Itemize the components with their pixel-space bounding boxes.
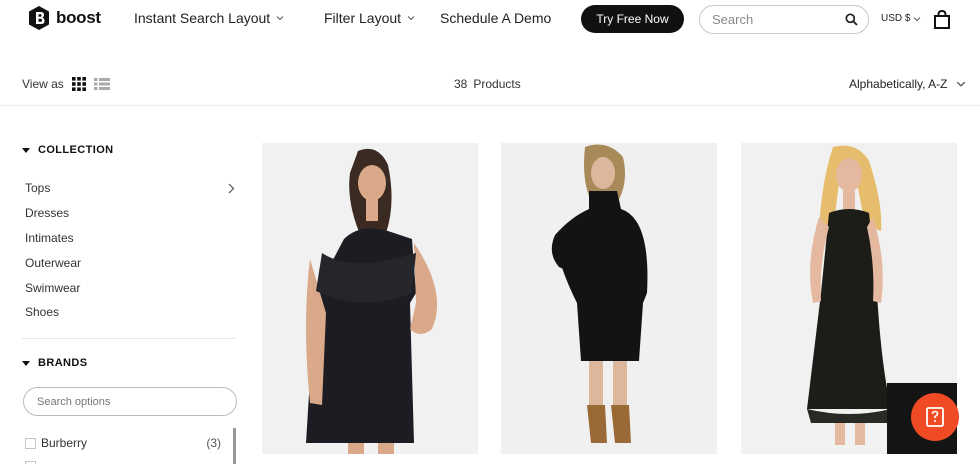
- chevron-down-icon: [956, 81, 965, 87]
- collection-item-dresses[interactable]: Dresses: [25, 201, 235, 226]
- caret-down-icon: [22, 360, 30, 366]
- search-input[interactable]: [712, 12, 845, 27]
- checkbox[interactable]: [25, 460, 36, 464]
- collection-item-swimwear[interactable]: Swimwear: [25, 275, 235, 300]
- collection-item-label: Outerwear: [25, 255, 82, 270]
- grid-view-icon[interactable]: [71, 77, 86, 91]
- brands-scrollbar[interactable]: [233, 428, 236, 464]
- site-header: boost Instant Search Layout Filter Layou…: [0, 0, 980, 38]
- product-card-image[interactable]: [262, 143, 478, 454]
- brand-option-burberry[interactable]: Burberry (3): [25, 435, 221, 451]
- collection-item-label: Dresses: [25, 206, 70, 221]
- collection-title-label: COLLECTION: [38, 144, 114, 156]
- collection-item-label: Tops: [25, 181, 51, 196]
- collection-item-outerwear[interactable]: Outerwear: [25, 250, 235, 275]
- chevron-down-icon: [914, 16, 921, 21]
- view-as: View as: [22, 77, 110, 91]
- filter-divider: [22, 338, 236, 339]
- collection-item-tops[interactable]: Tops: [25, 176, 235, 201]
- currency-label: USD $: [881, 13, 911, 24]
- brand-option-partial[interactable]: [25, 458, 221, 464]
- collection-item-label: Swimwear: [25, 280, 81, 295]
- collection-item-label: Intimates: [25, 230, 74, 245]
- brands-filter-title[interactable]: BRANDS: [22, 357, 87, 369]
- chevron-down-icon: [276, 16, 284, 21]
- nav-label: Schedule A Demo: [440, 10, 552, 26]
- logo-text: boost: [56, 8, 101, 27]
- collection-list: Tops Dresses Intimates Outerwear Swimwea…: [25, 176, 235, 325]
- help-widget-button[interactable]: [911, 393, 959, 441]
- boost-logo-icon: [29, 6, 49, 30]
- caret-down-icon: [22, 147, 30, 153]
- product-photo-model-black-cami-dress: [262, 143, 478, 454]
- collection-item-label: Shoes: [25, 305, 60, 320]
- sort-label: Alphabetically, A-Z: [849, 77, 948, 91]
- nav-filter-layout[interactable]: Filter Layout: [324, 10, 415, 26]
- collection-item-intimates[interactable]: Intimates: [25, 226, 235, 251]
- product-count: 38 Products: [454, 77, 521, 91]
- product-photo-model-black-knit-dress: [501, 143, 717, 454]
- product-count-number: 38: [454, 77, 468, 91]
- nav-label: Instant Search Layout: [134, 10, 271, 26]
- chevron-down-icon: [407, 16, 415, 21]
- nav-schedule-demo[interactable]: Schedule A Demo: [440, 10, 551, 26]
- search-icon[interactable]: [845, 13, 858, 26]
- product-count-label: Products: [473, 77, 521, 91]
- brands-title-label: BRANDS: [38, 357, 88, 369]
- brands-search-input[interactable]: [37, 395, 223, 408]
- cart-icon[interactable]: [933, 10, 951, 29]
- results-toolbar: View as 38 Products Alphabetically, A-Z: [0, 62, 980, 106]
- view-as-label: View as: [22, 77, 64, 91]
- brand-option-count: (3): [206, 436, 221, 450]
- list-view-icon[interactable]: [93, 77, 110, 91]
- checkbox[interactable]: [25, 437, 36, 449]
- brands-search-box: [23, 387, 237, 416]
- collection-item-shoes[interactable]: Shoes: [25, 300, 235, 325]
- product-card-image[interactable]: [501, 143, 717, 454]
- brand-option-label: Burberry: [41, 436, 88, 450]
- try-free-now-button[interactable]: Try Free Now: [581, 5, 684, 33]
- sort-dropdown[interactable]: Alphabetically, A-Z: [849, 77, 966, 91]
- search-box: [699, 5, 869, 34]
- logo[interactable]: boost: [28, 5, 101, 31]
- help-icon: [926, 407, 944, 427]
- nav-instant-search-layout[interactable]: Instant Search Layout: [134, 10, 284, 26]
- nav-label: Filter Layout: [324, 10, 402, 26]
- chevron-right-icon: [228, 183, 235, 194]
- collection-filter-title[interactable]: COLLECTION: [22, 144, 114, 156]
- currency-selector[interactable]: USD $: [881, 13, 921, 24]
